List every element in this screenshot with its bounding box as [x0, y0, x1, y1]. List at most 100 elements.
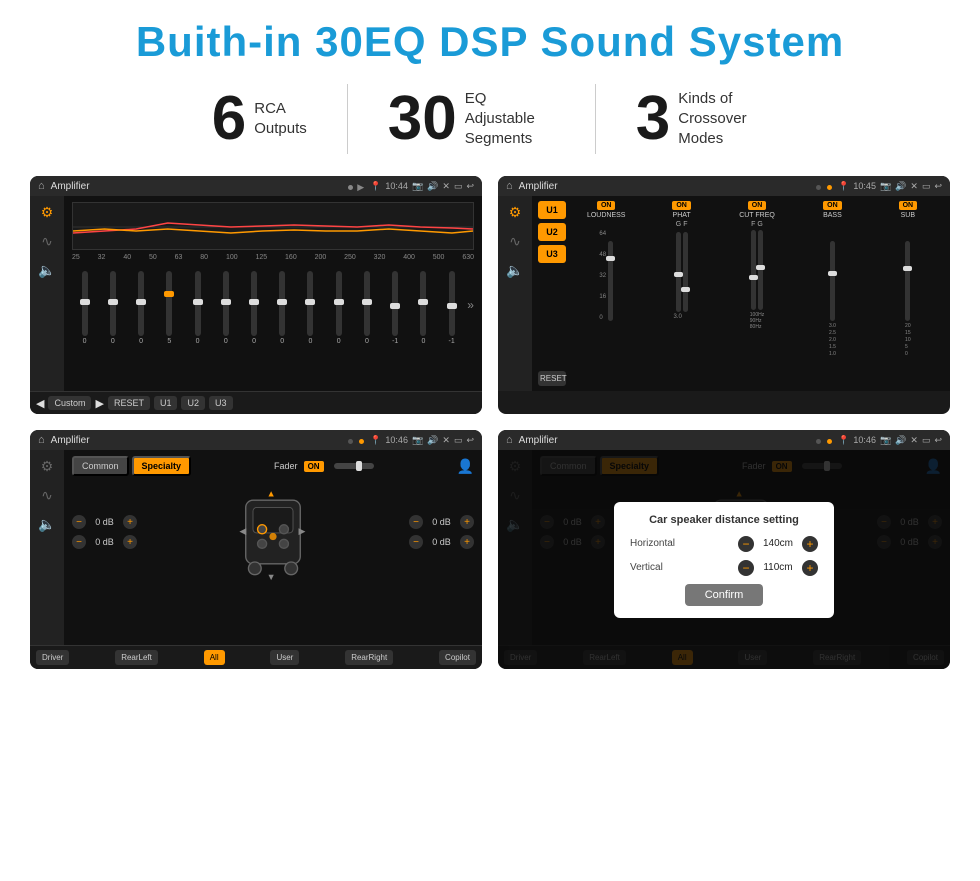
fader-speaker-icon[interactable]: 🔈	[38, 516, 55, 533]
dialog-status-bar: ⌂ Amplifier 📍 10:46 📷 🔊 ✕ ▭ ↩	[498, 430, 950, 450]
vertical-plus-button[interactable]: +	[802, 560, 818, 576]
fl-plus-button[interactable]: +	[123, 515, 137, 529]
horizontal-plus-button[interactable]: +	[802, 536, 818, 552]
eq-status-icons: 📍 10:44 📷 🔊 ✕ ▭ ↩	[370, 181, 474, 192]
mixer-content: ⚙ ∿ 🔈 U1 U2 U3 RESET ON LO	[498, 196, 950, 391]
fl-minus-button[interactable]: −	[72, 515, 86, 529]
rl-minus-button[interactable]: −	[72, 535, 86, 549]
mixer-filter-icon[interactable]: ⚙	[509, 204, 522, 221]
freq-63: 63	[175, 254, 183, 261]
bass-name: BASS	[823, 212, 842, 219]
fr-minus-button[interactable]: −	[409, 515, 423, 529]
mixer-wave-icon[interactable]: ∿	[509, 233, 521, 250]
bass-toggle[interactable]: ON	[823, 201, 842, 210]
eq-status-bar: ⌂ Amplifier ▶ 📍 10:44 📷 🔊 ✕ ▭ ↩	[30, 176, 482, 196]
dialog-camera-icon: 📷	[880, 435, 891, 446]
dialog-rect-icon: ▭	[922, 435, 931, 446]
rearleft-button[interactable]: RearLeft	[115, 650, 158, 665]
mixer-reset-button[interactable]: RESET	[538, 371, 566, 386]
user-button[interactable]: User	[270, 650, 299, 665]
rr-db-value: 0 dB	[426, 537, 457, 547]
horizontal-label: Horizontal	[630, 538, 675, 549]
eq-back-icon: ↩	[466, 181, 474, 192]
phat-name: PHAT	[673, 212, 691, 219]
slider-10: 0	[354, 271, 379, 345]
fader-content: ⚙ ∿ 🔈 Common Specialty Fader ON	[30, 450, 482, 645]
fader-horizontal-slider[interactable]	[334, 463, 374, 469]
stat-eq-number: 30	[388, 88, 457, 150]
freq-50: 50	[149, 254, 157, 261]
eq-prev-button[interactable]: ◀	[36, 397, 44, 410]
mixer-speaker-icon[interactable]: 🔈	[506, 262, 523, 279]
all-button[interactable]: All	[204, 650, 225, 665]
rearright-button[interactable]: RearRight	[345, 650, 393, 665]
freq-125: 125	[255, 254, 267, 261]
rl-plus-button[interactable]: +	[123, 535, 137, 549]
slider-7: 0	[270, 271, 295, 345]
eq-time: 10:44	[385, 181, 408, 191]
eq-main-panel: 25 32 40 50 63 80 100 125 160 200 250 32…	[64, 196, 482, 391]
mixer-home-icon[interactable]: ⌂	[506, 180, 513, 192]
horizontal-minus-button[interactable]: −	[738, 536, 754, 552]
mixer-u2-button[interactable]: U2	[538, 223, 566, 241]
tab-common[interactable]: Common	[72, 456, 129, 476]
freq-25: 25	[72, 254, 80, 261]
loudness-toggle[interactable]: ON	[597, 201, 616, 210]
home-icon[interactable]: ⌂	[38, 180, 45, 192]
stats-row: 6 RCAOutputs 30 EQ AdjustableSegments 3 …	[30, 84, 950, 154]
mixer-x-icon: ✕	[910, 181, 918, 192]
mixer-back-icon: ↩	[934, 181, 942, 192]
dialog-back-icon: ↩	[934, 435, 942, 446]
eq-expand-icon[interactable]: »	[467, 298, 474, 312]
rr-minus-button[interactable]: −	[409, 535, 423, 549]
fader-screen: ⌂ Amplifier 📍 10:46 📷 🔊 ✕ ▭ ↩	[30, 430, 482, 669]
fader-wave-icon[interactable]: ∿	[41, 487, 53, 504]
eq-filter-icon[interactable]: ⚙	[41, 204, 54, 221]
sub-toggle[interactable]: ON	[899, 201, 918, 210]
slider-4: 0	[185, 271, 210, 345]
eq-u1-button[interactable]: U1	[154, 396, 178, 410]
dialog-home-icon[interactable]: ⌂	[506, 434, 513, 446]
car-diagram: ▲ ▼ ◀ ▶	[143, 482, 403, 582]
mixer-channels: ON LOUDNESS 64 48 32 16 0	[570, 201, 944, 386]
stat-crossover-number: 3	[636, 88, 670, 150]
fader-dots	[348, 431, 364, 449]
vertical-minus-button[interactable]: −	[738, 560, 754, 576]
freq-100: 100	[226, 254, 238, 261]
dialog-status-icons: 📍 10:46 📷 🔊 ✕ ▭ ↩	[838, 435, 942, 446]
tab-specialty[interactable]: Specialty	[132, 456, 192, 476]
eq-u2-button[interactable]: U2	[181, 396, 205, 410]
fader-on-badge[interactable]: ON	[304, 461, 324, 472]
cutfreq-toggle[interactable]: ON	[748, 201, 767, 210]
rr-plus-button[interactable]: +	[460, 535, 474, 549]
mixer-u3-button[interactable]: U3	[538, 245, 566, 263]
eq-speaker-icon[interactable]: 🔈	[38, 262, 55, 279]
eq-reset-button[interactable]: RESET	[108, 396, 150, 410]
channel-cutfreq: ON CUT FREQ F G 100Hz90Hz80Hz	[721, 201, 793, 386]
driver-button[interactable]: Driver	[36, 650, 69, 665]
phat-toggle[interactable]: ON	[672, 201, 691, 210]
channel-loudness: ON LOUDNESS 64 48 32 16 0	[570, 201, 642, 386]
freq-160: 160	[285, 254, 297, 261]
fr-plus-button[interactable]: +	[460, 515, 474, 529]
fader-fr-db: − 0 dB +	[409, 515, 474, 529]
eq-u3-button[interactable]: U3	[209, 396, 233, 410]
mixer-location-icon: 📍	[838, 181, 849, 192]
fader-tabs: Common Specialty	[72, 456, 191, 476]
dialog-overlay: Car speaker distance setting Horizontal …	[498, 450, 950, 669]
svg-text:▲: ▲	[267, 489, 276, 499]
eq-custom-button[interactable]: Custom	[48, 396, 91, 410]
stat-eq-label: EQ AdjustableSegments	[465, 89, 555, 150]
confirm-button[interactable]: Confirm	[685, 584, 764, 606]
eq-wave-icon[interactable]: ∿	[41, 233, 53, 250]
fader-home-icon[interactable]: ⌂	[38, 434, 45, 446]
dialog-location-icon: 📍	[838, 435, 849, 446]
eq-side-icons: ⚙ ∿ 🔈	[30, 196, 64, 391]
mixer-u1-button[interactable]: U1	[538, 201, 566, 219]
fader-screen-title: Amplifier	[51, 435, 342, 446]
slider-11: -1	[383, 271, 408, 345]
eq-play-button[interactable]: ▶	[95, 397, 103, 410]
eq-sliders: 0 0 0 5 0 0 0 0 0 0 0 -1 0 -1 »	[72, 265, 474, 345]
fader-filter-icon[interactable]: ⚙	[41, 458, 54, 475]
copilot-button[interactable]: Copilot	[439, 650, 476, 665]
